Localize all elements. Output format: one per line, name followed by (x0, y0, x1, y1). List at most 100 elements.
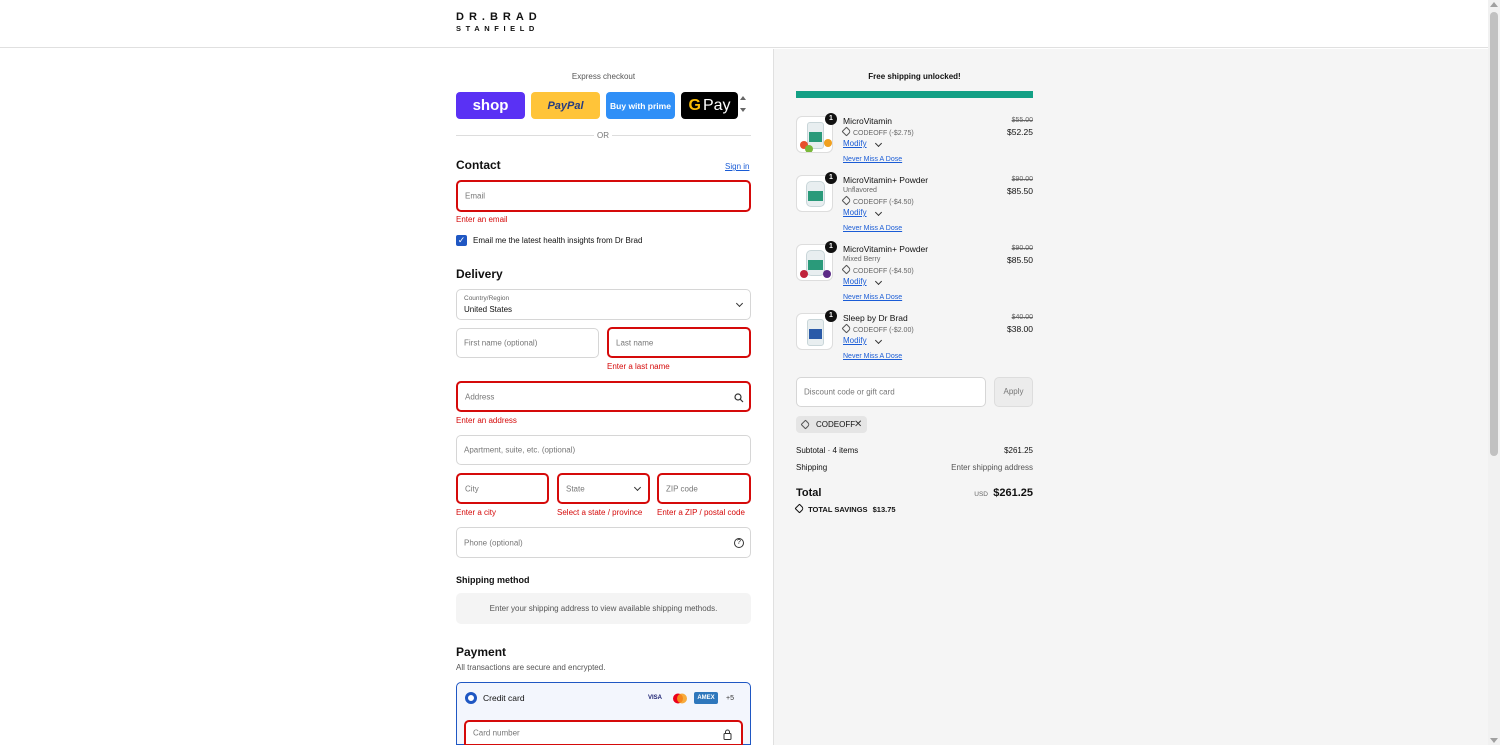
card-number-field[interactable]: Card number (464, 720, 743, 745)
google-pay-button[interactable]: G Pay (681, 92, 738, 119)
country-label: Country/Region (464, 295, 510, 302)
item-discount: CODEOFF (-$2.75) (841, 126, 914, 137)
free-shipping-progress-bar (796, 91, 1033, 98)
modify-dropdown[interactable]: Modify (843, 139, 883, 148)
item-original-price: $90.00 (1011, 245, 1033, 252)
savings-value: $13.75 (872, 505, 896, 514)
arrow-down-icon[interactable] (740, 108, 746, 112)
card-number-placeholder: Card number (473, 728, 520, 738)
tag-icon (800, 419, 811, 430)
address-field[interactable]: Address (456, 381, 751, 412)
zip-field[interactable]: ZIP code (657, 473, 751, 504)
quantity-badge: 1 (825, 241, 837, 253)
phone-field[interactable]: Phone (optional) ? (456, 527, 751, 558)
payment-title: Payment (456, 645, 507, 659)
logo-line2: STANFIELD (456, 24, 539, 33)
express-scroll-arrows[interactable] (740, 96, 748, 116)
city-field[interactable]: City (456, 473, 549, 504)
page-scrollbar[interactable] (1488, 0, 1500, 745)
chevron-down-icon (735, 299, 744, 308)
header: DR.BRAD STANFIELD (0, 0, 1488, 48)
subtotal-row: Subtotal · 4 items $261.25 (796, 446, 1033, 455)
email-error: Enter an email (456, 215, 508, 224)
never-miss-a-dose-link[interactable]: Never Miss A Dose (843, 294, 902, 301)
scroll-up-arrow-icon[interactable] (1490, 2, 1498, 7)
discount-code-input[interactable]: Discount code or gift card (796, 377, 986, 407)
item-price: $85.50 (1007, 186, 1033, 196)
shipping-method-title: Shipping method (456, 575, 530, 585)
modify-link[interactable]: Modify (843, 336, 867, 345)
modify-link[interactable]: Modify (843, 139, 867, 148)
item-discount-text: CODEOFF (-$4.50) (853, 268, 914, 275)
email-field[interactable]: Email (456, 180, 751, 212)
modify-dropdown[interactable]: Modify (843, 336, 883, 345)
help-icon[interactable]: ? (734, 538, 744, 548)
last-name-placeholder: Last name (616, 338, 654, 347)
apply-discount-button[interactable]: Apply (994, 377, 1033, 407)
bottle-image (807, 319, 824, 346)
item-original-price: $55.00 (1011, 117, 1033, 124)
mastercard-icon (671, 692, 689, 704)
search-icon (734, 393, 744, 403)
last-name-error: Enter a last name (607, 362, 670, 371)
newsletter-label: Email me the latest health insights from… (473, 236, 643, 245)
sign-in-link[interactable]: Sign in (725, 162, 749, 171)
credit-card-option[interactable]: Credit card VISA AMEX +5 Card number (456, 682, 751, 745)
savings-label: TOTAL SAVINGS (808, 505, 868, 514)
modify-link[interactable]: Modify (843, 277, 867, 286)
shop-pay-button[interactable]: shop (456, 92, 525, 119)
last-name-field[interactable]: Last name (607, 327, 751, 358)
apartment-field[interactable]: Apartment, suite, etc. (optional) (456, 435, 751, 465)
item-name: MicroVitamin+ Powder (843, 244, 929, 254)
shipping-row: Shipping Enter shipping address (796, 463, 1033, 472)
never-miss-a-dose-link[interactable]: Never Miss A Dose (843, 353, 902, 360)
more-cards-badge: +5 (726, 694, 734, 702)
shipping-value: Enter shipping address (951, 463, 1033, 472)
tub-image (806, 181, 825, 207)
item-discount-text: CODEOFF (-$2.75) (853, 130, 914, 137)
logo-line1: DR.BRAD (456, 11, 542, 23)
shipping-label: Shipping (796, 463, 828, 472)
item-discount-text: CODEOFF (-$4.50) (853, 199, 914, 206)
arrow-up-icon[interactable] (740, 96, 746, 100)
item-original-price: $90.00 (1011, 176, 1033, 183)
tag-icon (841, 126, 852, 137)
zip-error: Enter a ZIP / postal code (657, 508, 745, 517)
lock-icon (723, 729, 732, 740)
scroll-down-arrow-icon[interactable] (1490, 738, 1498, 743)
item-discount: CODEOFF (-$4.50) (841, 264, 914, 275)
item-name: MicroVitamin+ Powder (843, 175, 929, 185)
amazon-pay-button[interactable]: Buy with prime (606, 92, 675, 119)
tag-icon (794, 503, 805, 514)
apartment-placeholder: Apartment, suite, etc. (optional) (464, 445, 576, 455)
tag-icon (841, 264, 852, 275)
country-value: United States (464, 305, 513, 314)
applied-code-chip: CODEOFF ✕ (796, 416, 867, 433)
total-value: $261.25 (993, 487, 1033, 499)
credit-card-radio[interactable] (465, 692, 477, 704)
country-select[interactable]: Country/Region United States (456, 289, 751, 320)
item-name: MicroVitamin (843, 116, 892, 126)
total-savings: TOTAL SAVINGS $13.75 (794, 503, 896, 514)
item-price: $38.00 (1007, 324, 1033, 334)
modify-dropdown[interactable]: Modify (843, 208, 883, 217)
remove-code-icon[interactable]: ✕ (854, 416, 862, 433)
gpay-label: Pay (702, 96, 731, 114)
quantity-badge: 1 (825, 310, 837, 322)
item-discount-text: CODEOFF (-$2.00) (853, 327, 914, 334)
paypal-button[interactable]: PayPal (531, 92, 600, 119)
item-discount: CODEOFF (-$2.00) (841, 323, 914, 334)
modify-dropdown[interactable]: Modify (843, 277, 883, 286)
state-select[interactable]: State (557, 473, 650, 504)
item-variant: Mixed Berry (843, 256, 881, 263)
first-name-field[interactable]: First name (optional) (456, 328, 599, 358)
scrollbar-thumb[interactable] (1490, 12, 1498, 456)
tag-icon (841, 195, 852, 206)
modify-link[interactable]: Modify (843, 208, 867, 217)
never-miss-a-dose-link[interactable]: Never Miss A Dose (843, 225, 902, 232)
never-miss-a-dose-link[interactable]: Never Miss A Dose (843, 156, 902, 163)
brand-logo[interactable]: DR.BRAD STANFIELD (456, 12, 542, 34)
zip-placeholder: ZIP code (666, 484, 698, 493)
newsletter-checkbox[interactable]: ✓ (456, 235, 467, 246)
tag-icon (841, 323, 852, 334)
